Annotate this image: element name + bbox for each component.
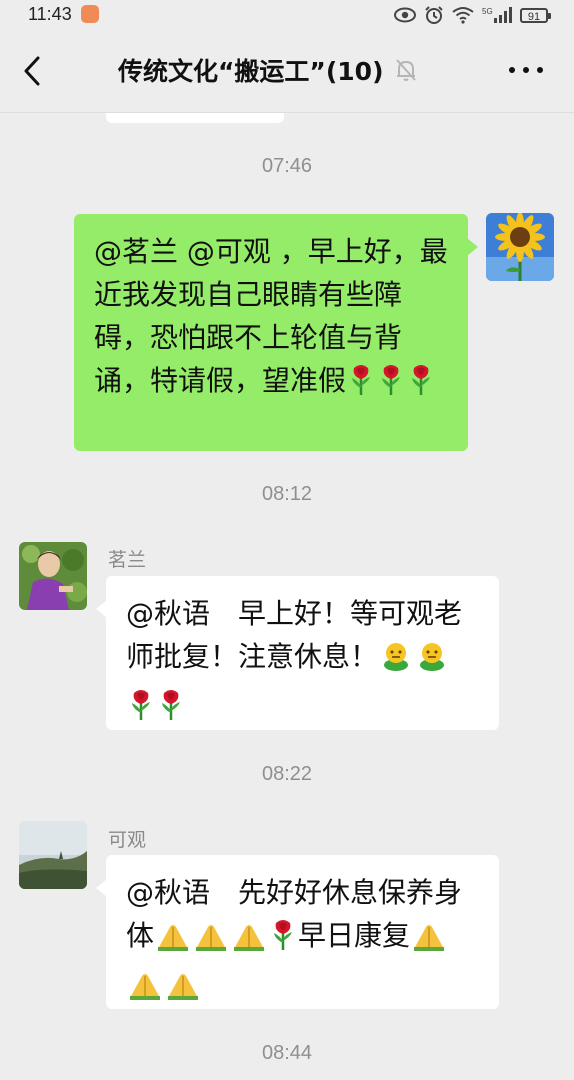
avatar-self-sunflower[interactable] [486, 213, 554, 281]
status-icons: 5G 91 [394, 4, 551, 26]
rose-emoji [270, 919, 296, 963]
timestamp: 08:22 [261, 763, 313, 785]
rose-emoji [128, 689, 154, 733]
chat-title-area: 传统文化“搬运工”(10) [118, 52, 418, 88]
signal-label: 5G [482, 7, 493, 16]
rose-emoji [408, 364, 434, 408]
sender-name: 可观 [108, 829, 147, 851]
wifi-icon [452, 6, 474, 24]
smiley-hug-emoji [380, 640, 412, 684]
status-time: 11:43 [28, 4, 72, 24]
rose-emoji [348, 364, 374, 408]
sender-name: 茗兰 [108, 549, 147, 571]
message-bubble-other[interactable]: @秋语 先好好休息保养身体 早日康复 [96, 855, 499, 1012]
timestamp: 08:44 [261, 1042, 313, 1064]
back-button[interactable] [14, 48, 54, 94]
folded-hands-emoji [232, 920, 266, 963]
message-text: 早日康复 [298, 919, 411, 952]
message-list[interactable]: 07:46 @茗兰 @可观 ，早上好，最近我发现自己眼睛有些障碍，恐怕跟不上轮值… [0, 113, 574, 1080]
cellular-signal-icon: 5G [482, 6, 512, 24]
chevron-left-icon [24, 56, 40, 86]
timestamp: 07:46 [261, 155, 313, 177]
smiley-hug-emoji [416, 640, 448, 684]
rose-emoji [158, 689, 184, 733]
ellipsis-icon [509, 67, 543, 73]
folded-hands-emoji [166, 969, 200, 1012]
timestamp: 08:12 [261, 483, 313, 505]
chat-header: 传统文化“搬运工”(10) [0, 30, 574, 113]
folded-hands-emoji [128, 969, 162, 1012]
orange-app-icon [81, 5, 99, 23]
battery-indicator: 91 [520, 7, 551, 23]
status-bar: 11:43 5G 91 [0, 0, 574, 30]
chat-title: 传统文化“搬运工”(10) [118, 57, 384, 86]
message-bubble-self[interactable]: @茗兰 @可观 ，早上好，最近我发现自己眼睛有些障碍，恐怕跟不上轮值与背诵，特请… [74, 214, 478, 451]
rose-emoji [378, 364, 404, 408]
folded-hands-emoji [156, 920, 190, 963]
avatar-minglan[interactable] [19, 542, 87, 610]
bell-off-icon [395, 59, 416, 81]
folded-hands-emoji [194, 920, 228, 963]
folded-hands-emoji [412, 920, 446, 963]
alarm-icon [424, 5, 444, 25]
message-bubble-other[interactable]: @秋语 早上好！等可观老师批复！注意休息！ [96, 576, 499, 733]
avatar-keguan[interactable] [19, 821, 87, 889]
more-options-button[interactable] [508, 60, 544, 80]
eye-icon [394, 7, 416, 23]
previous-message-bubble[interactable] [106, 113, 284, 123]
